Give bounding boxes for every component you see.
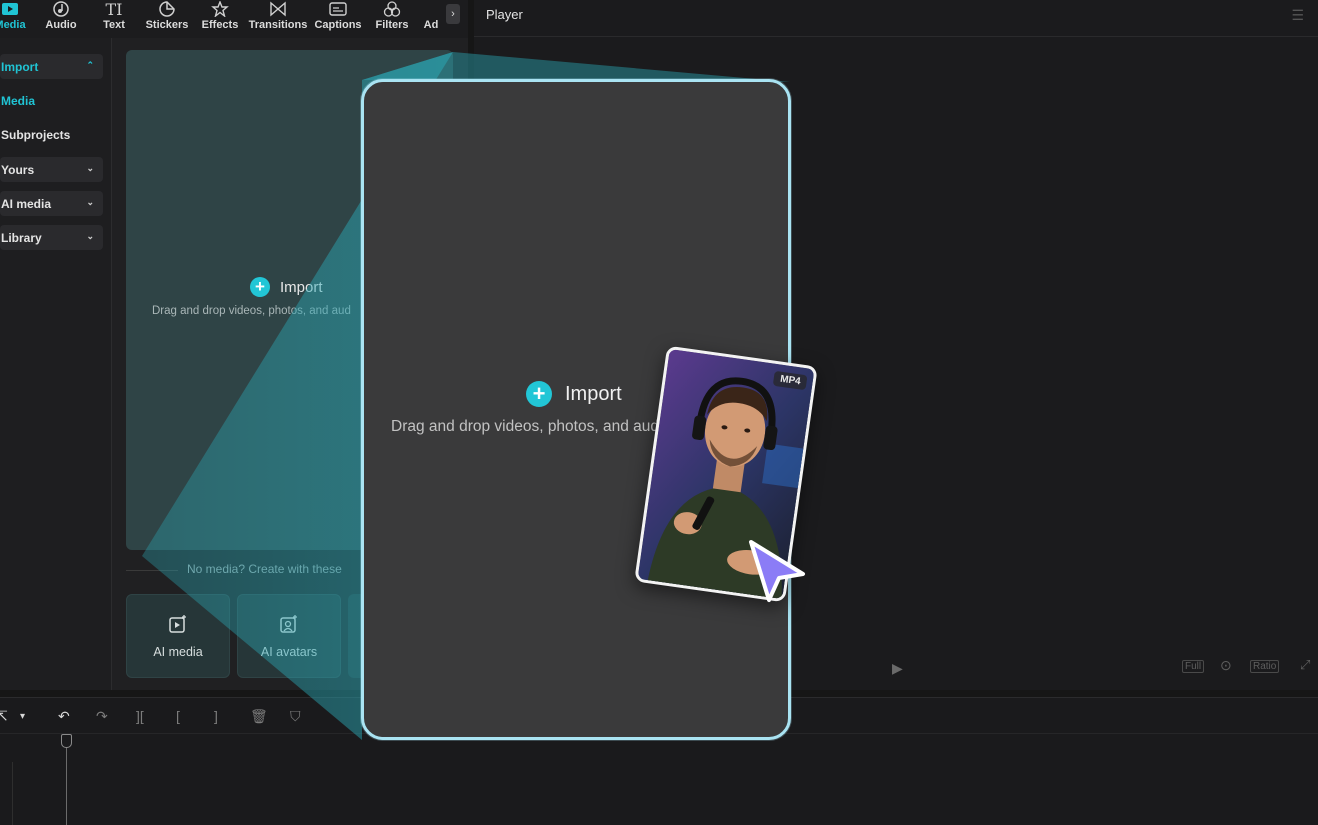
split-icon[interactable]: ][ [136,708,144,724]
tool-label: Captions [314,19,362,31]
sidebar-item-label: Import [1,59,39,74]
playhead-line [66,740,67,825]
filters-icon [383,0,401,18]
effects-icon [211,0,229,18]
track-marker [12,762,13,825]
tool-label: Ad [423,19,439,31]
delete-icon[interactable]: 🗑 [250,708,268,725]
select-tool-icon[interactable]: ⇱ [0,708,8,725]
sidebar-item-library[interactable]: Library ⌄ [0,225,103,250]
tool-captions[interactable]: Captions [314,0,362,38]
fullscreen-icon[interactable]: ⤢ [1298,657,1312,673]
stickers-icon [159,0,175,18]
sidebar-item-import[interactable]: Import ⌃ [0,54,103,79]
ai-media-card[interactable]: AI media [126,594,230,678]
ai-avatars-icon [279,614,299,639]
tool-filters[interactable]: Filters [374,0,410,38]
sidebar-item-subprojects[interactable]: Subprojects [0,122,103,147]
tool-label: Transitions [248,19,308,31]
menu-icon[interactable]: ☰ [1291,7,1304,24]
chevron-down-icon: ⌄ [86,197,94,207]
play-icon[interactable]: ▶ [892,660,903,677]
no-media-text: No media? Create with these [187,562,342,576]
chevron-up-icon: ⌃ [86,60,94,70]
top-toolbar: Media Audio TI Text Stickers Effects [0,0,468,38]
tool-stickers[interactable]: Stickers [145,0,189,38]
full-button[interactable]: Full [1182,660,1205,673]
sidebar-item-yours[interactable]: Yours ⌄ [0,157,103,182]
trim-left-icon[interactable]: [ [176,708,180,724]
media-sidenav: Import ⌃ Media Subprojects Yours ⌄ AI me… [0,38,112,690]
focus-icon[interactable]: ⊙ [1218,657,1234,674]
cursor-icon [749,540,805,602]
transitions-icon [269,0,287,18]
player-header: Player ☰ [474,0,1318,37]
media-icon [1,0,19,18]
tool-text[interactable]: TI Text [100,0,128,38]
sidebar-item-media[interactable]: Media [0,88,103,113]
tool-adjust[interactable]: Ad [422,0,440,38]
sidebar-item-ai-media[interactable]: AI media ⌄ [0,191,103,216]
sidebar-item-label: Subprojects [1,127,71,142]
ai-card-label: AI media [153,644,203,659]
tool-label: Text [103,19,125,31]
player-title: Player [486,7,523,22]
shield-icon[interactable]: ⛉ [290,708,301,725]
divider [126,570,178,571]
tool-transitions[interactable]: Transitions [249,0,307,38]
drag-drop-hint: Drag and drop videos, photos, and aud [391,418,659,435]
chevron-right-icon[interactable]: › [446,4,460,24]
import-label: Import [280,278,323,296]
sidebar-item-label: Media [1,93,36,108]
ratio-button[interactable]: Ratio [1250,660,1280,673]
sidebar-item-label: AI media [1,196,52,211]
ai-avatars-card[interactable]: AI avatars [237,594,341,678]
sidebar-item-label: Yours [1,162,35,177]
tool-effects[interactable]: Effects [200,0,240,38]
audio-icon [53,0,69,18]
tool-media[interactable]: Media [0,0,30,38]
plus-icon: + [526,381,552,407]
tool-audio[interactable]: Audio [44,0,78,38]
tool-label: Effects [201,19,239,31]
tool-label: Audio [45,19,77,31]
ai-card-label: AI avatars [260,644,318,659]
import-button[interactable]: + Import [250,277,323,297]
redo-icon[interactable]: ↷ [96,708,108,725]
tool-label: Filters [375,19,409,31]
text-icon: TI [105,0,123,19]
import-button[interactable]: + Import [526,381,622,407]
chevron-down-icon: ⌄ [86,163,94,173]
drag-drop-hint: Drag and drop videos, photos, and aud [152,305,351,317]
trim-right-icon[interactable]: ] [214,708,218,724]
plus-icon: + [250,277,270,297]
sidebar-item-label: Library [1,230,42,245]
chevron-down-icon[interactable]: ▾ [20,711,25,722]
ai-media-icon [168,614,188,639]
undo-icon[interactable]: ↶ [58,708,70,725]
tool-label: Stickers [145,19,189,31]
tool-label: Media [0,19,26,31]
captions-icon [329,0,347,18]
playhead-handle[interactable] [61,734,72,748]
import-label: Import [565,382,622,405]
chevron-down-icon: ⌄ [86,231,94,241]
